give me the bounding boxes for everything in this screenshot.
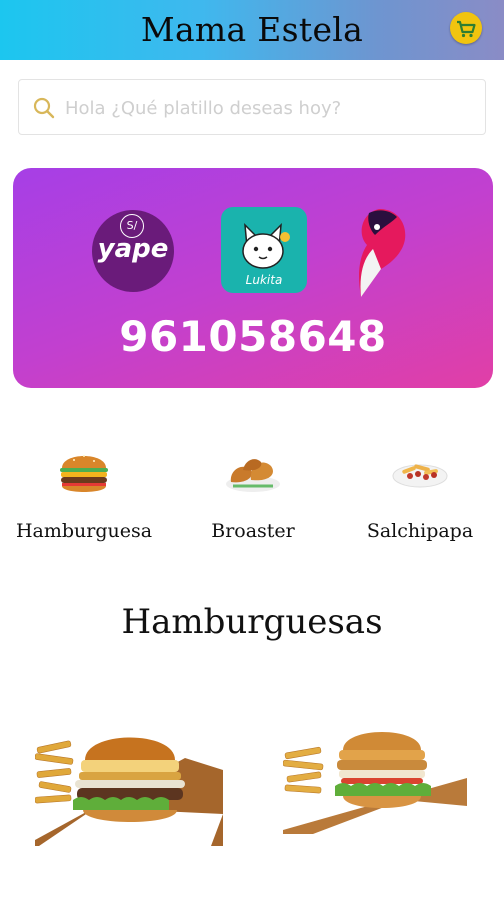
category-label: Broaster (211, 520, 295, 542)
salchipapa-icon (392, 464, 448, 488)
yape-label: yape (97, 234, 169, 264)
plin-logo (347, 205, 411, 300)
phone-number: 961058648 (119, 312, 387, 361)
shopping-cart-icon[interactable] (450, 12, 482, 44)
product-card-chicken-burger[interactable] (282, 730, 473, 850)
app-header: Mama Estela (0, 0, 504, 60)
search-bar[interactable] (18, 79, 486, 135)
lukita-logo: Lukita (221, 207, 307, 293)
app-title: Mama Estela (140, 10, 364, 49)
burger-with-fries-photo (34, 737, 223, 846)
lukita-label: Lukita (245, 273, 283, 287)
category-label: Hamburguesa (15, 520, 153, 542)
chicken-burger-with-fries-photo (282, 732, 467, 834)
category-broaster[interactable]: Broaster (178, 440, 328, 550)
product-card-burger[interactable] (34, 730, 225, 850)
burger-icon (60, 455, 108, 492)
fried-chicken-icon (226, 459, 280, 492)
search-input[interactable] (63, 88, 477, 128)
category-label: Salchipapa (366, 520, 474, 542)
category-hamburguesa[interactable]: Hamburguesa (9, 440, 159, 550)
yape-logo: S/ yape (92, 210, 174, 292)
search-icon (33, 97, 55, 119)
section-title: Hamburguesas (121, 602, 383, 642)
category-salchipapa[interactable]: Salchipapa (345, 440, 495, 550)
